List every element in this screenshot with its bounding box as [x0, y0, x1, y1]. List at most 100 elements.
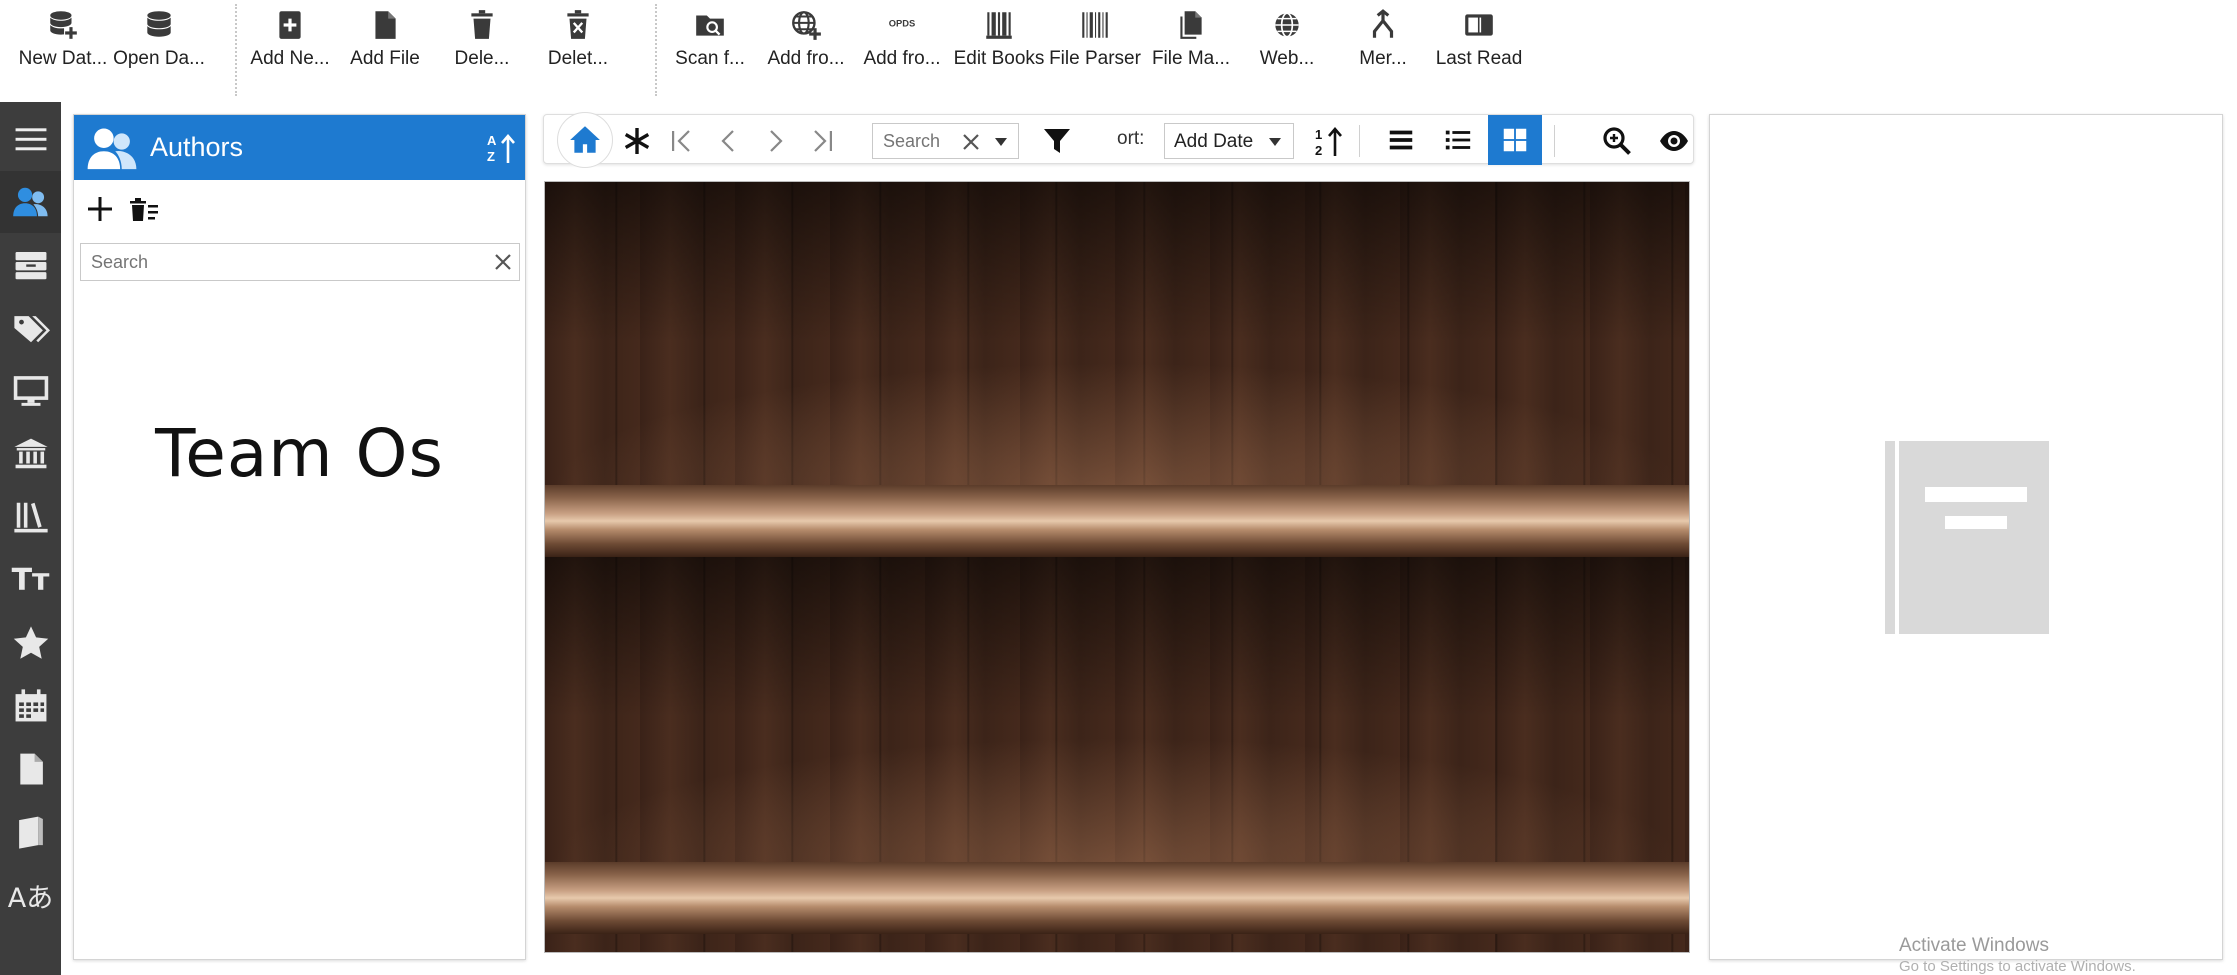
- monitor-icon: [13, 376, 48, 406]
- authors-panel: Authors AZ Team Os: [73, 114, 526, 960]
- clear-list-icon[interactable]: [128, 193, 160, 225]
- view-list-button[interactable]: [1431, 115, 1485, 165]
- add-from-opds-button[interactable]: OPDS Add fro...: [862, 4, 942, 78]
- nav-books[interactable]: [0, 801, 61, 863]
- ribbon-separator: [655, 4, 657, 96]
- delete-button[interactable]: Dele...: [452, 4, 512, 78]
- book-details-panel: [1709, 114, 2223, 960]
- first-page-button[interactable]: [666, 124, 700, 158]
- archive-drawer-icon: [15, 251, 46, 280]
- svg-text:A: A: [487, 133, 497, 148]
- add-new-book-button[interactable]: Add Ne...: [248, 4, 332, 78]
- add-file-button[interactable]: Add File: [349, 4, 421, 78]
- menu-hamburger-button[interactable]: [0, 108, 61, 170]
- sort-az-icon[interactable]: AZ: [485, 131, 517, 165]
- file-icon: [375, 11, 396, 39]
- nav-languages[interactable]: Aあ: [0, 864, 61, 926]
- barcode-icon: [1082, 12, 1108, 38]
- file-manager-label: File Ma...: [1151, 48, 1231, 69]
- next-page-button[interactable]: [758, 124, 792, 158]
- svg-text:2: 2: [1315, 143, 1322, 157]
- edit-books-button[interactable]: Edit Books: [954, 4, 1044, 78]
- book-icon: [18, 816, 43, 849]
- clear-icon[interactable]: [493, 252, 513, 272]
- nav-authors[interactable]: [0, 171, 61, 233]
- globe-add-icon: [792, 11, 821, 40]
- authors-icon: [12, 187, 48, 217]
- merge-button[interactable]: Mer...: [1359, 4, 1407, 78]
- nav-fonts[interactable]: Tт: [0, 549, 61, 611]
- nav-calendar[interactable]: [0, 675, 61, 737]
- trash-icon: [471, 10, 493, 39]
- chevron-left-icon: [721, 130, 734, 152]
- nav-favorites[interactable]: [0, 612, 61, 674]
- add-from-opds-label: Add fro...: [863, 48, 941, 69]
- add-new-book-label: Add Ne...: [250, 48, 330, 69]
- sort-select[interactable]: Add Date: [1164, 123, 1294, 159]
- last-page-button[interactable]: [804, 124, 838, 158]
- language-icon: Aあ: [7, 882, 54, 914]
- view-compact-button[interactable]: [1374, 115, 1428, 165]
- nav-publishers[interactable]: [0, 423, 61, 485]
- last-read-button[interactable]: Last Read: [1436, 4, 1522, 78]
- books-search-box: [872, 123, 1019, 159]
- ribbon-toolbar: New Dat... Open Da... Add Ne... Add File…: [0, 0, 2237, 102]
- book-add-icon: [279, 11, 301, 39]
- eye-icon: [1660, 131, 1688, 151]
- folder-search-icon: [696, 15, 724, 36]
- add-from-web-button[interactable]: Add fro...: [766, 4, 846, 78]
- reader-icon: [1465, 14, 1493, 36]
- nav-tags[interactable]: [0, 297, 61, 359]
- file-parser-button[interactable]: File Parser: [1049, 4, 1141, 78]
- list-compact-icon: [1389, 130, 1413, 150]
- filter-icon: [1044, 129, 1070, 153]
- nav-library[interactable]: [0, 486, 61, 548]
- add-icon[interactable]: [84, 193, 116, 225]
- chevron-down-icon: [1269, 138, 1281, 146]
- sort-direction-button[interactable]: 12: [1312, 124, 1346, 158]
- file-manager-button[interactable]: File Ma...: [1151, 4, 1231, 78]
- view-grid-button[interactable]: [1488, 115, 1542, 165]
- first-page-icon: [672, 130, 690, 152]
- activate-windows-title: Activate Windows: [1899, 935, 2049, 956]
- filter-button[interactable]: [1040, 124, 1074, 158]
- all-books-button[interactable]: [620, 124, 654, 158]
- authors-search-box: [80, 243, 520, 281]
- svg-text:Z: Z: [487, 149, 495, 164]
- add-from-web-label: Add fro...: [767, 48, 845, 69]
- previous-page-button[interactable]: [712, 124, 746, 158]
- home-button[interactable]: [557, 112, 613, 168]
- chevron-down-icon[interactable]: [995, 138, 1007, 146]
- nav-series[interactable]: [0, 234, 61, 296]
- web-label: Web...: [1259, 48, 1315, 69]
- toolbar-separator: [1554, 125, 1555, 157]
- files-icon: [1180, 11, 1202, 39]
- zoom-icon: [1603, 127, 1631, 155]
- open-database-button[interactable]: Open Da...: [113, 4, 205, 78]
- file-parser-label: File Parser: [1049, 48, 1141, 69]
- delete-file-button[interactable]: Delet...: [546, 4, 610, 78]
- chevron-right-icon: [770, 130, 783, 152]
- new-database-button[interactable]: New Dat...: [14, 4, 112, 78]
- book-placeholder-icon: [1885, 441, 2049, 634]
- zoom-button[interactable]: [1600, 124, 1634, 158]
- scan-folder-button[interactable]: Scan f...: [675, 4, 745, 78]
- preview-button[interactable]: [1657, 124, 1691, 158]
- shelf-plank: [545, 862, 1689, 934]
- web-button[interactable]: Web...: [1258, 4, 1316, 78]
- delete-file-label: Delet...: [547, 48, 609, 69]
- home-icon: [570, 126, 600, 153]
- authors-search-input[interactable]: [81, 244, 471, 280]
- books-search-input[interactable]: [873, 124, 953, 158]
- opds-icon: OPDS: [889, 19, 915, 29]
- clear-icon[interactable]: [961, 132, 981, 152]
- authors-title: Authors: [150, 132, 244, 162]
- star-icon: [13, 626, 48, 659]
- trash-x-icon: [567, 10, 589, 39]
- file-icon: [19, 753, 43, 785]
- nav-files[interactable]: [0, 738, 61, 800]
- author-list-item[interactable]: Team Os: [74, 415, 525, 492]
- nav-devices[interactable]: [0, 360, 61, 422]
- books-edit-icon: [986, 12, 1012, 39]
- database-add-icon: [50, 11, 77, 39]
